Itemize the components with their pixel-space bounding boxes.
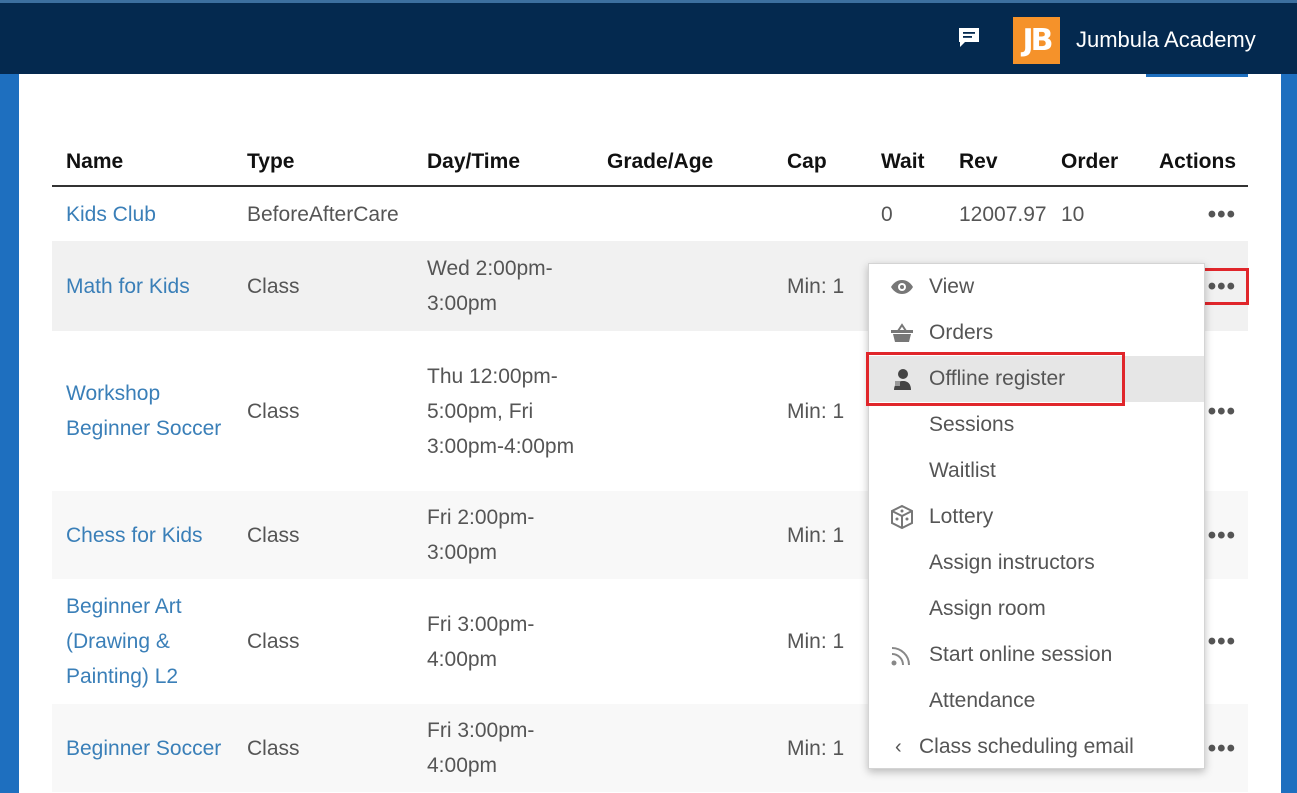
brand-logo[interactable]: JB [1013,17,1060,64]
class-grade [593,704,773,792]
class-grade [593,491,773,579]
class-daytime: Thu 12:00pm-5:00pm, Fri 3:00pm-4:00pm [427,364,575,458]
class-daytime: Fri 3:00pm-4:00pm [413,704,593,792]
active-tab-indicator [1146,74,1248,77]
offline-register-highlight [866,352,1125,406]
col-type[interactable]: Type [233,138,413,187]
class-name-link[interactable]: Kids Club [52,186,233,241]
menu-item-waitlist[interactable]: Waitlist [869,448,1204,494]
class-cap [773,186,867,241]
class-type: Class [233,704,413,792]
class-name-link[interactable]: Chess for Kids [52,491,233,579]
top-navbar: JB Jumbula Academy [0,0,1297,74]
chevron-left-icon: ‹ [895,735,902,758]
class-wait: 0 [881,202,893,226]
class-name-link[interactable]: Beginner Soccer [52,704,233,792]
logo-text: JB [1022,23,1053,58]
table-header-row: Name Type Day/Time Grade/Age Cap Wait Re… [52,138,1248,187]
menu-item-label: Class scheduling email [919,735,1134,758]
menu-item-label: View [929,275,975,298]
class-order: 10 [1061,202,1085,226]
class-name-link[interactable]: Beginner Art (Drawing & Painting) L2 [52,579,233,704]
menu-item-label: Orders [929,321,994,344]
col-cap[interactable]: Cap [773,138,867,187]
table-row: Kids Club BeforeAfterCare 0 12007.97 10 … [52,186,1248,241]
eye-icon [891,280,913,294]
menu-item-label: Lottery [929,505,994,528]
menu-item-label: Sessions [929,413,1015,436]
class-type: Class [233,491,413,579]
class-daytime: Wed 2:00pm-3:00pm [413,241,593,331]
brand-name[interactable]: Jumbula Academy [1076,27,1256,53]
class-daytime: Fri 3:00pm-4:00pm [427,612,535,671]
menu-item-view[interactable]: View [869,264,1204,310]
class-grade [593,186,773,241]
rss-icon [891,647,910,666]
class-cap: Min: 1 [787,630,845,653]
class-grade [593,241,773,331]
menu-item-lottery[interactable]: Lottery [869,494,1204,540]
menu-item-label: Start online session [929,643,1113,666]
col-name[interactable]: Name [52,138,233,187]
class-grade [593,579,773,704]
col-grade[interactable]: Grade/Age [593,138,773,187]
menu-item-assign-room[interactable]: Assign room [869,586,1204,632]
actions-dropdown-menu: View Orders Offline register Sessions Wa… [868,263,1205,769]
basket-icon [891,323,913,342]
col-wait[interactable]: Wait [867,138,945,187]
class-cap: Min: 1 [773,491,867,579]
menu-item-label: Attendance [929,689,1036,712]
class-type: Class [233,241,413,331]
col-rev[interactable]: Rev [945,138,1047,187]
class-rev: 12007.97 [959,202,1047,226]
class-grade [593,331,773,491]
menu-item-assign-instructors[interactable]: Assign instructors [869,540,1204,586]
class-daytime: Fri 2:00pm-3:00pm [413,491,593,579]
class-cap: Min: 1 [787,399,845,423]
menu-item-sessions[interactable]: Sessions [869,402,1204,448]
menu-item-start-online-session[interactable]: Start online session [869,632,1204,678]
class-type: Class [247,399,300,423]
class-type: Class [247,630,300,653]
actions-menu-button[interactable]: ••• [1145,186,1248,241]
class-name-link[interactable]: Math for Kids [52,241,233,331]
menu-item-attendance[interactable]: Attendance [869,678,1204,724]
class-type: BeforeAfterCare [247,202,399,226]
col-actions: Actions [1145,138,1248,187]
menu-item-label: Waitlist [929,459,996,482]
class-daytime [413,186,593,241]
menu-item-orders[interactable]: Orders [869,310,1204,356]
menu-item-label: Assign room [929,597,1046,620]
class-name-link[interactable]: Workshop Beginner Soccer [52,331,233,491]
col-order[interactable]: Order [1047,138,1145,187]
class-cap: Min: 1 [773,241,867,331]
chat-icon[interactable] [957,27,981,49]
menu-item-class-scheduling-email[interactable]: ‹ Class scheduling email [869,724,1204,770]
col-daytime[interactable]: Day/Time [413,138,593,187]
dice-icon [891,504,913,530]
class-cap: Min: 1 [773,704,867,792]
menu-item-label: Assign instructors [929,551,1095,574]
